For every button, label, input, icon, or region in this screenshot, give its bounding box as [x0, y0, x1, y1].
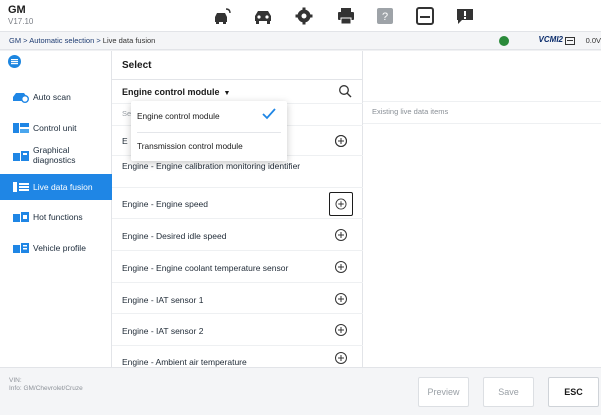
list-item-label: Engine - Engine calibration monitoring i…	[122, 161, 301, 171]
add-icon[interactable]	[329, 287, 353, 311]
sidebar-item-label: Hot functions	[33, 212, 83, 222]
sidebar-item-live-data-fusion[interactable]: Live data fusion	[0, 174, 112, 200]
add-icon[interactable]	[329, 223, 353, 247]
voltage-readout: 0.0V	[585, 36, 601, 45]
sidebar-item-vehicle-profile[interactable]: Vehicle profile	[0, 235, 112, 261]
svg-text:?: ?	[382, 11, 388, 23]
preview-button[interactable]: Preview	[418, 377, 469, 407]
live-data-icon	[13, 182, 29, 192]
dropdown-option-transmission[interactable]: Transmission control module	[137, 141, 243, 151]
add-icon[interactable]	[329, 129, 353, 153]
list-item[interactable]: Engine - Engine coolant temperature sens…	[112, 250, 363, 282]
caret-down-icon: ▼	[223, 90, 231, 97]
menu-toggle-icon[interactable]	[8, 55, 21, 68]
vehicle-info-text: Info: GM/Chevrolet/Cruze	[9, 385, 83, 392]
message-icon[interactable]	[455, 7, 475, 25]
list-item[interactable]: Engine - IAT sensor 1	[112, 282, 363, 313]
vcmi-label: VCMI2	[538, 35, 563, 44]
divider	[112, 79, 363, 80]
app-brand: GM V17.10	[8, 4, 33, 27]
top-bar: GM V17.10 ?	[0, 0, 601, 32]
check-icon	[262, 108, 276, 120]
vcmi-status-icon	[499, 36, 509, 46]
control-unit-icon	[13, 123, 29, 133]
app-name: GM	[8, 4, 26, 16]
auto-scan-icon	[13, 93, 29, 103]
list-item-label: Engine - Engine coolant temperature sens…	[122, 263, 289, 273]
car-front-icon[interactable]	[253, 7, 273, 25]
sidebar-item-auto-scan[interactable]: Auto scan	[0, 84, 112, 110]
add-icon[interactable]	[329, 192, 353, 216]
divider	[137, 132, 281, 133]
sidebar: Auto scan Control unit Graphical diagnos…	[0, 51, 112, 367]
existing-items-label: Existing live data items	[372, 107, 449, 116]
sidebar-item-control-unit[interactable]: Control unit	[0, 115, 112, 141]
breadcrumb-current: Live data fusion	[102, 36, 156, 45]
dropdown-option-engine[interactable]: Engine control module	[137, 111, 220, 121]
vehicle-profile-icon	[13, 243, 29, 253]
list-item[interactable]: Engine - Desired idle speed	[112, 218, 363, 250]
sidebar-item-graphical-diagnostics[interactable]: Graphical diagnostics	[0, 141, 112, 171]
list-item-label: Engine - Ambient air temperature	[122, 357, 247, 367]
battery-icon	[565, 37, 575, 45]
sidebar-item-label: Live data fusion	[33, 182, 93, 192]
module-dropdown-value: Engine control module	[122, 87, 220, 97]
save-button[interactable]: Save	[483, 377, 534, 407]
list-item[interactable]: Engine - Ambient air temperature	[112, 345, 363, 367]
list-item[interactable]: Engine - Engine speed	[112, 187, 363, 218]
divider	[363, 101, 601, 102]
dropdown-option-label: Engine control module	[137, 111, 220, 121]
app-version: V17.10	[8, 17, 34, 26]
vin-label: VIN:	[9, 377, 22, 384]
vehicle-info: VIN: Info: GM/Chevrolet/Cruze	[9, 377, 83, 393]
printer-icon[interactable]	[336, 7, 356, 25]
sidebar-item-label: Vehicle profile	[33, 243, 86, 253]
list-item-label: Engine - IAT sensor 2	[122, 326, 204, 336]
gear-icon[interactable]	[294, 7, 314, 25]
breadcrumb-path[interactable]: GM > Automatic selection >	[9, 36, 103, 45]
existing-items-panel: Existing live data items	[363, 51, 601, 367]
save-icon[interactable]	[415, 7, 435, 25]
list-item-label: Engine - IAT sensor 1	[122, 295, 204, 305]
add-icon[interactable]	[329, 318, 353, 342]
hot-functions-icon	[13, 212, 29, 222]
module-dropdown-menu: Engine control module Transmission contr…	[131, 101, 287, 161]
footer-bar: VIN: Info: GM/Chevrolet/Cruze Preview Sa…	[0, 367, 601, 415]
sidebar-item-label: Graphical diagnostics	[33, 145, 76, 165]
add-icon[interactable]	[329, 255, 353, 279]
sidebar-item-label: Auto scan	[33, 92, 71, 102]
sidebar-item-label: Control unit	[33, 123, 77, 133]
data-selection-panel: Select Engine control module ▼ Se E Engin…	[112, 51, 363, 367]
breadcrumb-bar: GM > Automatic selection > Live data fus…	[0, 32, 601, 50]
dropdown-option-label: Transmission control module	[137, 141, 243, 151]
sidebar-item-hot-functions[interactable]: Hot functions	[0, 204, 112, 230]
list-item[interactable]: Engine - IAT sensor 2	[112, 313, 363, 345]
car-connect-icon[interactable]	[212, 7, 232, 25]
list-item-label: Engine - Desired idle speed	[122, 231, 227, 241]
list-item-label: Engine - Engine speed	[122, 199, 209, 209]
page-title: Select	[122, 60, 152, 71]
module-dropdown[interactable]: Engine control module ▼	[122, 87, 230, 97]
graphical-diagnostics-icon	[13, 151, 29, 161]
help-icon[interactable]: ?	[375, 7, 395, 25]
search-placeholder: Se	[122, 109, 132, 118]
search-icon[interactable]	[338, 84, 352, 98]
list-item-label: E	[122, 136, 128, 146]
esc-button[interactable]: ESC	[548, 377, 599, 407]
breadcrumb[interactable]: GM > Automatic selection > Live data fus…	[9, 36, 155, 45]
divider	[363, 123, 601, 124]
